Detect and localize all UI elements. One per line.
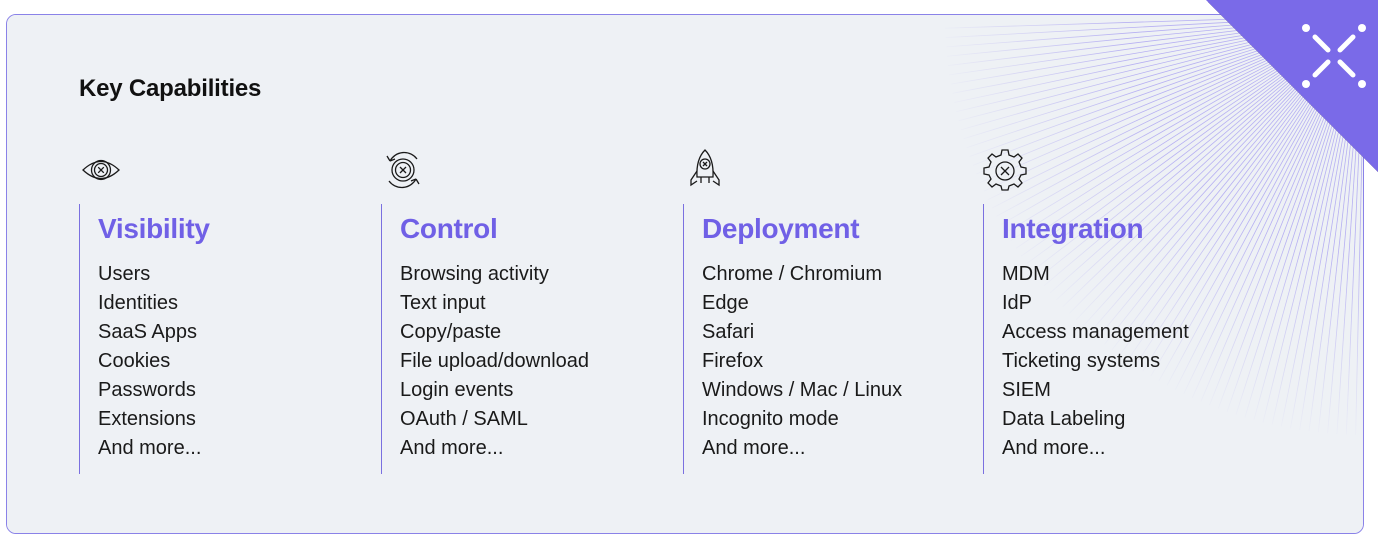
capability-title: Visibility bbox=[98, 213, 210, 244]
list-item: File upload/download bbox=[400, 350, 590, 372]
list-item: Browsing activity bbox=[400, 263, 549, 285]
capability-title: Integration bbox=[1002, 213, 1144, 244]
capability-control-body: Control Browsing activity Text input Cop… bbox=[381, 204, 641, 474]
list-item: And more... bbox=[400, 437, 504, 459]
capability-title: Deployment bbox=[702, 213, 860, 244]
gear-icon bbox=[983, 149, 1027, 191]
list-item: Ticketing systems bbox=[1002, 350, 1161, 372]
list-item: Identities bbox=[98, 292, 179, 314]
refresh-cycle-icon bbox=[386, 151, 420, 189]
list-item: Safari bbox=[702, 321, 755, 343]
capabilities-card: Key Capabilities Visibility Users Identi… bbox=[6, 14, 1364, 534]
list-item: OAuth / SAML bbox=[400, 408, 528, 430]
capability-deployment-body: Deployment Chrome / Chromium Edge Safari… bbox=[683, 204, 943, 474]
list-item: Text input bbox=[400, 292, 486, 314]
list-item: Incognito mode bbox=[702, 408, 839, 430]
rocket-icon bbox=[690, 149, 720, 187]
list-item: Data Labeling bbox=[1002, 408, 1126, 430]
list-item: Cookies bbox=[98, 350, 171, 372]
list-item: MDM bbox=[1002, 263, 1050, 285]
corner-badge bbox=[1206, 0, 1378, 172]
list-item: Windows / Mac / Linux bbox=[702, 379, 903, 401]
list-item: Copy/paste bbox=[400, 321, 502, 343]
list-item: Chrome / Chromium bbox=[702, 263, 883, 285]
capability-list: Browsing activity Text input Copy/paste … bbox=[400, 260, 641, 463]
capability-list: Users Identities SaaS Apps Cookies Passw… bbox=[98, 260, 339, 463]
capability-list: Chrome / Chromium Edge Safari Firefox Wi… bbox=[702, 260, 943, 463]
capability-visibility-body: Visibility Users Identities SaaS Apps Co… bbox=[79, 204, 339, 474]
list-item: Firefox bbox=[702, 350, 764, 372]
list-item: And more... bbox=[98, 437, 202, 459]
capability-integration-body: Integration MDM IdP Access management Ti… bbox=[983, 204, 1243, 474]
list-item: IdP bbox=[1002, 292, 1033, 314]
list-item: Access management bbox=[1002, 321, 1189, 343]
capability-title: Control bbox=[400, 213, 498, 244]
list-item: Extensions bbox=[98, 408, 196, 430]
list-item: Users bbox=[98, 263, 151, 285]
list-item: And more... bbox=[702, 437, 806, 459]
list-item: SaaS Apps bbox=[98, 321, 197, 343]
list-item: Passwords bbox=[98, 379, 196, 401]
list-item: Login events bbox=[400, 379, 514, 401]
list-item: And more... bbox=[1002, 437, 1106, 459]
capability-list: MDM IdP Access management Ticketing syst… bbox=[1002, 260, 1243, 463]
section-heading: Key Capabilities bbox=[79, 75, 262, 102]
eye-icon bbox=[82, 159, 120, 181]
list-item: Edge bbox=[702, 292, 749, 314]
list-item: SIEM bbox=[1002, 379, 1051, 401]
